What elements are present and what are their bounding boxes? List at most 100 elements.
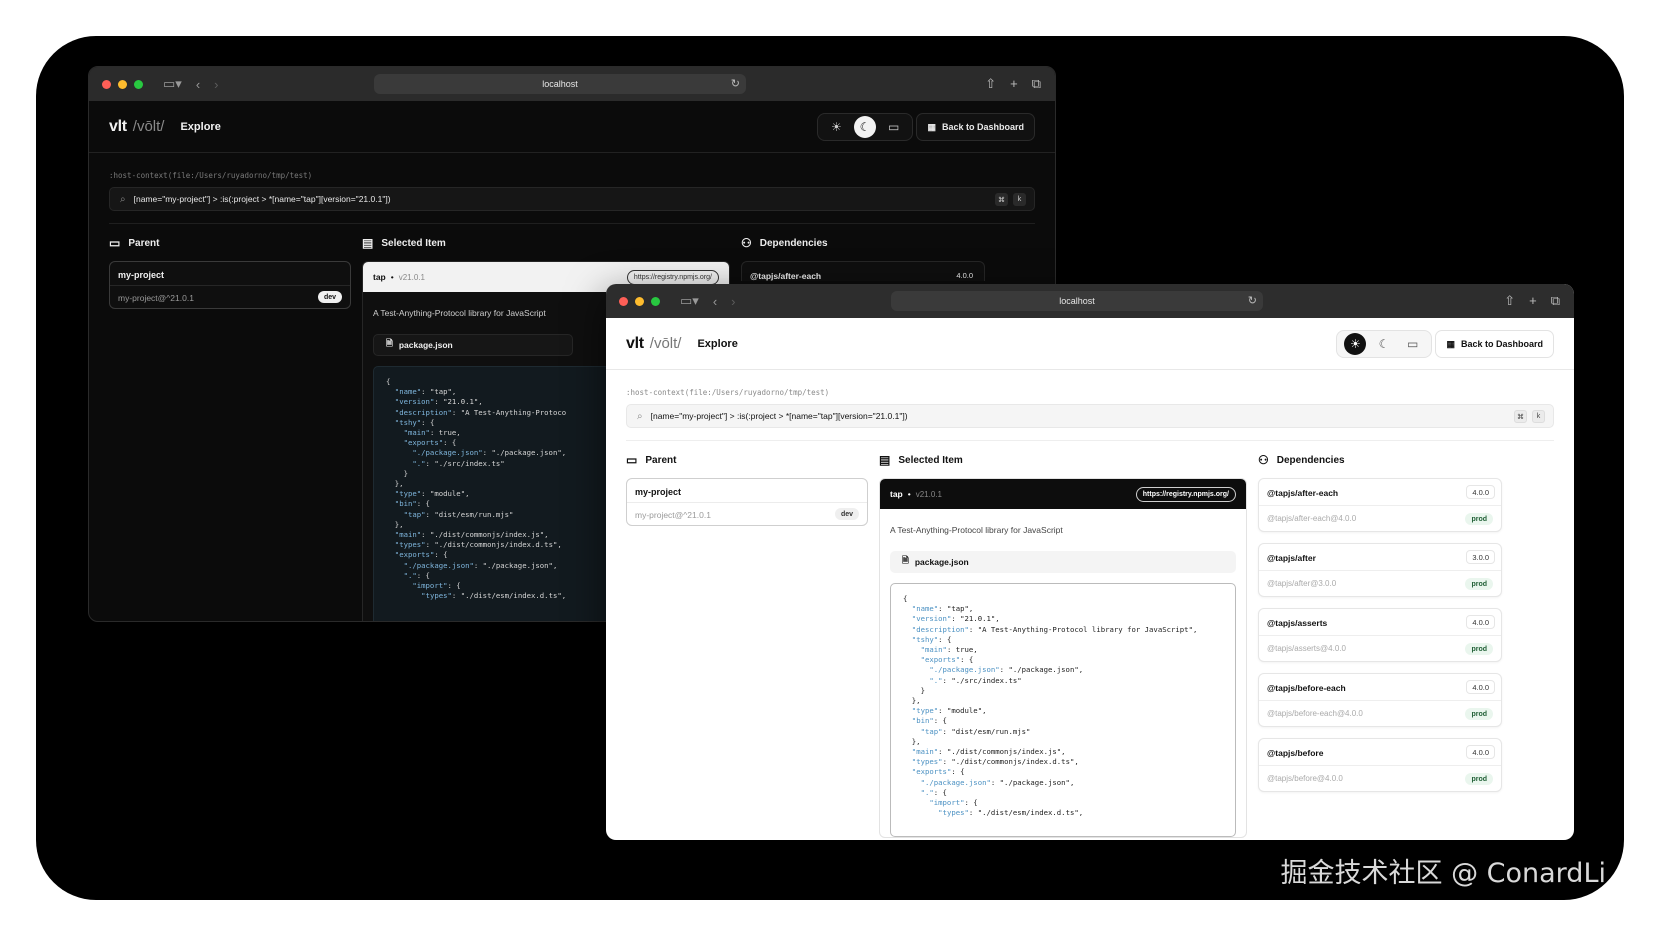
back-to-dashboard-button[interactable]: ▦ Back to Dashboard <box>916 113 1035 141</box>
new-tab-icon[interactable]: + <box>1529 293 1537 309</box>
back-arrow-icon[interactable]: ‹ <box>196 77 200 92</box>
code-line: "types": "./dist/esm/index.d.ts", <box>903 808 1223 818</box>
divider <box>1259 765 1501 766</box>
separator-dot: • <box>390 272 394 282</box>
logo[interactable]: vlt <box>109 118 127 136</box>
tabs-overview-icon[interactable]: ⧉ <box>1032 76 1041 92</box>
code-key: "description" <box>911 624 969 634</box>
code-line: "tshy": { <box>903 635 1223 645</box>
close-window-button[interactable] <box>619 296 628 306</box>
new-tab-icon[interactable]: + <box>1010 76 1018 92</box>
query-input[interactable]: ⌕ [name="my-project"] > :is(:project > *… <box>626 404 1554 428</box>
minimize-window-button[interactable] <box>118 79 127 89</box>
forward-arrow-icon[interactable]: › <box>731 294 735 309</box>
code-key: "." <box>403 570 417 580</box>
code-line: ".": "./src/index.ts" <box>903 676 1223 686</box>
dependency-name: @tapjs/after-each <box>1267 488 1339 498</box>
reload-icon[interactable]: ↻ <box>731 77 740 90</box>
parent-spec: my-project@^21.0.1 <box>635 510 711 520</box>
dependency-name: @tapjs/after <box>1267 553 1316 563</box>
code-key: "main" <box>403 428 430 438</box>
back-to-dashboard-label: Back to Dashboard <box>1460 339 1543 349</box>
tabs-overview-icon[interactable]: ⧉ <box>1551 293 1560 309</box>
query-input[interactable]: ⌕ [name="my-project"] > :is(:project > *… <box>109 187 1035 211</box>
logo-pronunciation: /vōlt/ <box>132 118 165 135</box>
back-to-dashboard-button[interactable]: ▦ Back to Dashboard <box>1435 330 1554 358</box>
window-controls <box>619 296 660 306</box>
light-theme-icon[interactable]: ☀ <box>825 116 847 138</box>
code-value: : "A Test-Anything-Protocol library for … <box>968 624 1198 634</box>
back-to-dashboard-label: Back to Dashboard <box>941 122 1024 132</box>
share-icon[interactable]: ⇧ <box>985 76 996 92</box>
code-key: "exports" <box>403 438 444 448</box>
dependency-card[interactable]: @tapjs/asserts 4.0.0 @tapjs/asserts@4.0.0 p… <box>1258 608 1502 662</box>
code-value: : { <box>447 581 461 591</box>
light-theme-icon[interactable]: ☀ <box>1344 333 1367 355</box>
code-value: : { <box>416 499 430 509</box>
maximize-window-button[interactable] <box>134 79 143 89</box>
registry-link[interactable]: https://registry.npmjs.org/ <box>626 270 719 285</box>
package-json-tab[interactable]: 🗎 package.json <box>373 334 573 356</box>
system-theme-icon[interactable]: ▭ <box>1402 333 1424 355</box>
dark-theme-icon[interactable]: ☾ <box>1373 333 1395 355</box>
dependency-card[interactable]: @tapjs/after-each 4.0.0 <box>741 261 985 281</box>
selected-header: ▤ Selected Item <box>879 453 963 467</box>
parent-header: ▭ Parent <box>626 453 676 467</box>
selected-item-icon: ▤ <box>362 236 374 250</box>
dark-theme-icon[interactable]: ☾ <box>853 116 876 138</box>
nav-explore[interactable]: Explore <box>180 121 220 133</box>
code-value: : "./package.json", <box>990 777 1075 787</box>
system-theme-icon[interactable]: ▭ <box>883 116 905 138</box>
maximize-window-button[interactable] <box>651 296 660 306</box>
separator-dot: • <box>907 489 911 499</box>
address-bar[interactable]: localhost ↻ <box>891 291 1263 311</box>
dependency-card[interactable]: @tapjs/before-each 4.0.0 @tapjs/before-eac… <box>1258 673 1502 727</box>
dependency-card[interactable]: @tapjs/after-each 4.0.0 @tapjs/after-each@… <box>1258 478 1502 532</box>
code-key: "main" <box>394 530 422 540</box>
code-value: : "A Test-Anything-Protoco <box>451 407 567 417</box>
code-value: : "21.0.1", <box>434 397 483 407</box>
code-key: "tap" <box>403 509 426 519</box>
back-arrow-icon[interactable]: ‹ <box>713 294 717 309</box>
code-line: "main": true, <box>903 645 1223 655</box>
prod-badge: prod <box>1465 773 1493 785</box>
code-value: : "./package.json", <box>473 560 558 570</box>
sidebar-toggle-icon[interactable]: ▭▾ <box>163 76 182 92</box>
parent-icon: ▭ <box>626 453 638 467</box>
code-line: "./package.json": "./package.json", <box>903 778 1223 788</box>
file-icon: 🗎 <box>902 555 909 565</box>
file-icon: 🗎 <box>386 338 393 348</box>
code-key: "tshy" <box>394 417 422 427</box>
reload-icon[interactable]: ↻ <box>1248 294 1257 307</box>
dependencies-list: @tapjs/after-each 4.0.0 @tapjs/after-each@… <box>1258 478 1502 803</box>
browser-titlebar: ▭▾ ‹ › localhost ↻ ⇧ + ⧉ <box>606 284 1574 318</box>
code-line: "exports": { <box>903 655 1223 665</box>
parent-header: ▭ Parent <box>109 236 159 250</box>
dependencies-heading: Dependencies <box>1276 454 1345 466</box>
app-header: vlt /vōlt/ Explore ☀ ☾ ▭ ▦ Back to Dashb… <box>606 318 1574 370</box>
parent-card[interactable]: my-project my-project@^21.0.1 dev <box>626 478 868 526</box>
code-viewer[interactable]: { "name": "tap", "version": "21.0.1", "d… <box>890 583 1236 837</box>
logo[interactable]: vlt <box>626 335 644 353</box>
kbd-cmd: ⌘ <box>1514 410 1527 423</box>
dependency-card[interactable]: @tapjs/before 4.0.0 @tapjs/before@4.0.0 pro… <box>1258 738 1502 792</box>
sidebar-toggle-icon[interactable]: ▭▾ <box>680 293 699 309</box>
minimize-window-button[interactable] <box>635 296 644 306</box>
dependency-card[interactable]: @tapjs/after 3.0.0 @tapjs/after@3.0.0 prod <box>1258 543 1502 597</box>
dev-badge: dev <box>834 508 859 520</box>
close-window-button[interactable] <box>102 79 111 89</box>
code-line: }, <box>903 696 921 706</box>
share-icon[interactable]: ⇧ <box>1504 293 1515 309</box>
package-json-tab[interactable]: 🗎 package.json <box>890 551 1236 573</box>
code-key: "types" <box>394 540 426 550</box>
code-value: : { <box>421 417 435 427</box>
code-key: "bin" <box>394 499 417 509</box>
code-value: : { <box>964 798 978 808</box>
nav-explore[interactable]: Explore <box>697 338 737 350</box>
divider <box>1259 635 1501 636</box>
code-value: : "./src/index.ts" <box>425 458 505 468</box>
parent-card[interactable]: my-project my-project@^21.0.1 dev <box>109 261 351 309</box>
registry-link[interactable]: https://registry.npmjs.org/ <box>1135 487 1236 502</box>
address-bar[interactable]: localhost ↻ <box>374 74 746 94</box>
forward-arrow-icon[interactable]: › <box>214 77 218 92</box>
